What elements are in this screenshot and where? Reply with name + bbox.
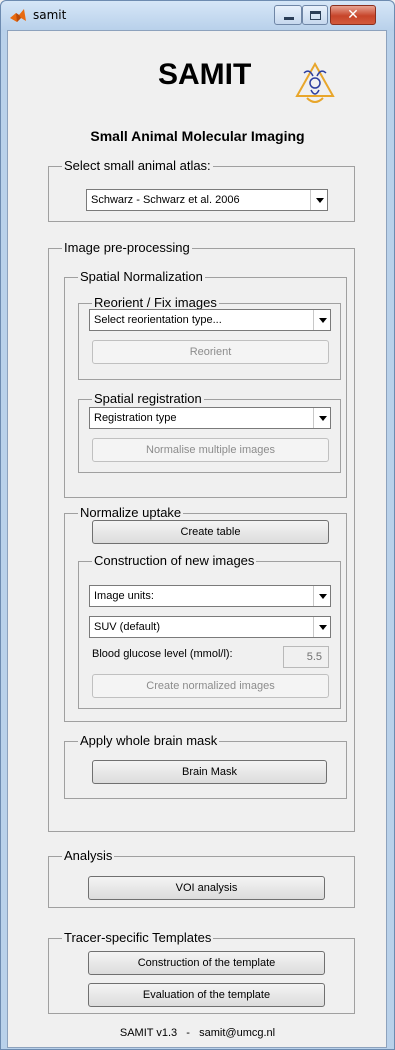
spatial-registration-legend: Spatial registration xyxy=(92,391,204,406)
maximize-button[interactable] xyxy=(302,5,328,25)
maximize-icon xyxy=(310,11,321,20)
analysis-legend: Analysis xyxy=(62,848,115,863)
title-bar[interactable]: samit ✕ xyxy=(1,1,394,31)
brain-mask-button[interactable]: Brain Mask xyxy=(92,760,327,784)
registration-type-value: Registration type xyxy=(94,412,177,424)
image-units-select[interactable]: Image units: xyxy=(89,585,331,607)
normalise-multiple-images-button[interactable]: Normalise multiple images xyxy=(92,438,329,462)
radiation-logo xyxy=(295,61,335,103)
minimize-button[interactable] xyxy=(274,5,302,25)
window-title: samit xyxy=(33,8,67,22)
close-button[interactable]: ✕ xyxy=(330,5,376,25)
chevron-down-icon[interactable] xyxy=(313,310,330,330)
atlas-select-value: Schwarz - Schwarz et al. 2006 xyxy=(91,194,240,206)
reorient-button[interactable]: Reorient xyxy=(92,340,329,364)
app-brand: SAMIT xyxy=(158,58,252,91)
construct-template-button[interactable]: Construction of the template xyxy=(88,951,325,975)
preprocessing-legend: Image pre-processing xyxy=(62,240,192,255)
suv-select[interactable]: SUV (default) xyxy=(89,616,331,638)
templates-legend: Tracer-specific Templates xyxy=(62,930,214,945)
reorient-legend: Reorient / Fix images xyxy=(92,295,219,310)
reorientation-type-select[interactable]: Select reorientation type... xyxy=(89,309,331,331)
app-subtitle: Small Animal Molecular Imaging xyxy=(90,128,305,144)
close-icon: ✕ xyxy=(347,7,359,23)
chevron-down-icon[interactable] xyxy=(313,586,330,606)
blood-glucose-input[interactable]: 5.5 xyxy=(283,646,329,668)
image-units-value: Image units: xyxy=(94,590,154,602)
create-table-button[interactable]: Create table xyxy=(92,520,329,544)
spatial-normalization-legend: Spatial Normalization xyxy=(78,269,205,284)
evaluate-template-button[interactable]: Evaluation of the template xyxy=(88,983,325,1007)
registration-type-select[interactable]: Registration type xyxy=(89,407,331,429)
reorientation-type-value: Select reorientation type... xyxy=(94,314,222,326)
brain-mask-legend: Apply whole brain mask xyxy=(78,733,220,748)
chevron-down-icon[interactable] xyxy=(313,617,330,637)
chevron-down-icon[interactable] xyxy=(310,190,327,210)
normalize-uptake-legend: Normalize uptake xyxy=(78,505,184,520)
matlab-icon xyxy=(10,9,26,22)
chevron-down-icon[interactable] xyxy=(313,408,330,428)
voi-analysis-button[interactable]: VOI analysis xyxy=(88,876,325,900)
atlas-select[interactable]: Schwarz - Schwarz et al. 2006 xyxy=(86,189,328,211)
create-normalized-images-button[interactable]: Create normalized images xyxy=(92,674,329,698)
blood-glucose-label: Blood glucose level (mmol/l): xyxy=(92,648,233,660)
construction-new-images-legend: Construction of new images xyxy=(92,553,257,568)
footer-text: SAMIT v1.3 - samit@umcg.nl xyxy=(119,1027,276,1039)
atlas-legend: Select small animal atlas: xyxy=(62,158,213,173)
minimize-icon xyxy=(284,17,294,20)
suv-value: SUV (default) xyxy=(94,621,161,633)
